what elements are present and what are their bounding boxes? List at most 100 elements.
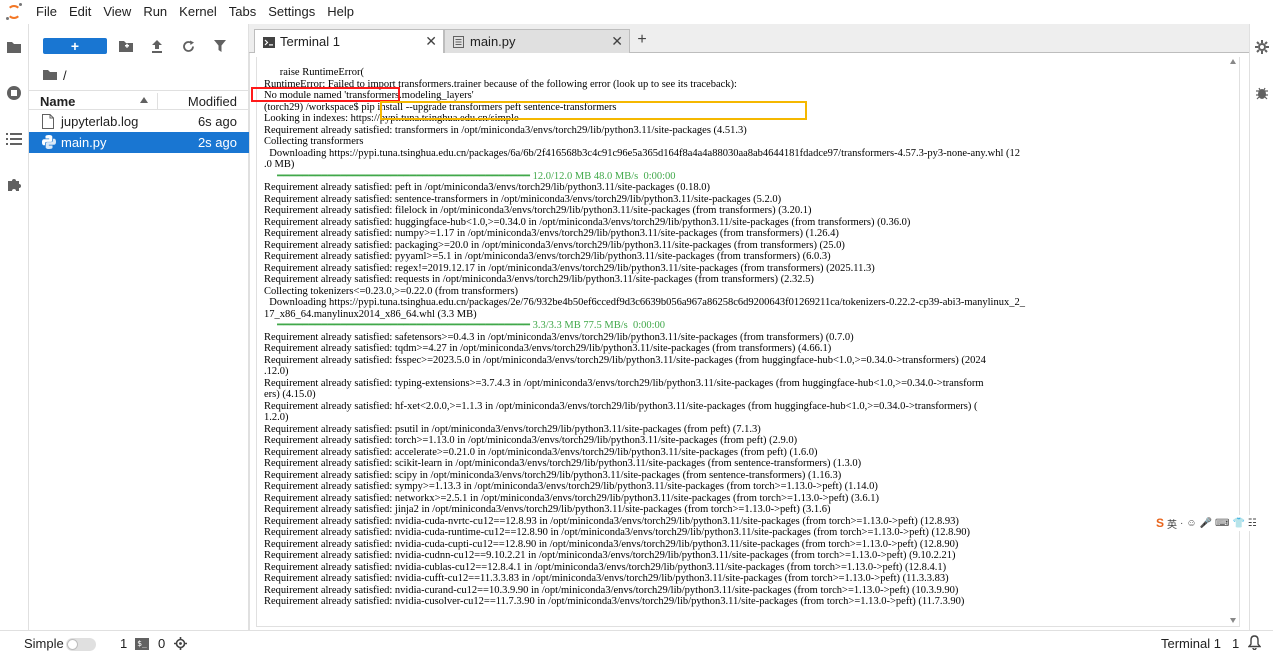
refresh-icon[interactable] bbox=[179, 37, 197, 55]
breadcrumb: / bbox=[43, 66, 67, 84]
terminal-lines: raise RuntimeError(RuntimeError: Failed … bbox=[264, 67, 1025, 608]
scroll-down-icon[interactable] bbox=[1230, 618, 1236, 623]
running-icon[interactable] bbox=[5, 84, 23, 102]
jupyter-logo-icon bbox=[0, 0, 30, 24]
terminal-line: Requirement already satisfied: sympy>=1.… bbox=[264, 481, 878, 492]
terminal-line: Requirement already satisfied: scipy in … bbox=[264, 469, 842, 481]
ime-item[interactable]: · bbox=[1180, 518, 1183, 529]
python-file-icon bbox=[42, 135, 56, 150]
main-tab-bar: Terminal 1 ✕ main.py ✕ + bbox=[249, 24, 1249, 54]
terminal-line: ━━━━━━━━━━━━━━━━━━━━━━━━━━━━━━━━━━━━━━━━… bbox=[264, 170, 676, 182]
terminal-line: Requirement already satisfied: tqdm>=4.2… bbox=[264, 343, 832, 354]
ime-item[interactable]: 英 bbox=[1167, 516, 1177, 531]
kernel-gear-icon[interactable] bbox=[174, 637, 187, 653]
ime-toolbar[interactable]: S 英 · ☺ 🎤 ⌨ 👕 ☷ bbox=[1152, 515, 1273, 531]
toc-icon[interactable] bbox=[5, 130, 23, 148]
folder-icon[interactable] bbox=[5, 38, 23, 56]
notification-count[interactable]: 1 bbox=[1232, 636, 1239, 651]
menu-help[interactable]: Help bbox=[321, 0, 360, 24]
terminal-line: Downloading https://pypi.tuna.tsinghua.e… bbox=[264, 147, 1020, 159]
debugger-icon[interactable] bbox=[1254, 85, 1270, 101]
new-launcher-button[interactable]: + bbox=[43, 38, 107, 54]
terminal-line: Requirement already satisfied: scikit-le… bbox=[264, 458, 862, 469]
terminal-scrollbar[interactable] bbox=[1228, 57, 1238, 626]
right-sidebar-rail bbox=[1249, 24, 1273, 630]
bell-icon[interactable] bbox=[1247, 635, 1262, 653]
column-divider[interactable] bbox=[157, 93, 158, 109]
terminal-line: Downloading https://pypi.tuna.tsinghua.e… bbox=[264, 297, 1025, 308]
menu-settings[interactable]: Settings bbox=[262, 0, 321, 24]
sort-ascending-icon[interactable] bbox=[140, 97, 148, 103]
terminal-icon[interactable]: $_ bbox=[135, 638, 149, 650]
terminal-line: Requirement already satisfied: nvidia-cu… bbox=[264, 573, 949, 584]
breadcrumb-root[interactable]: / bbox=[63, 68, 67, 83]
terminal-line: Requirement already satisfied: safetenso… bbox=[264, 331, 854, 343]
extension-icon[interactable] bbox=[5, 176, 23, 194]
tab-main-py[interactable]: main.py ✕ bbox=[444, 29, 630, 53]
scroll-up-icon[interactable] bbox=[1230, 59, 1236, 64]
terminal-line: raise RuntimeError( bbox=[264, 67, 365, 78]
ime-logo[interactable]: S bbox=[1156, 516, 1164, 530]
file-name: jupyterlab.log bbox=[61, 114, 139, 129]
folder-icon[interactable] bbox=[43, 68, 57, 83]
terminal-line: Requirement already satisfied: pyyaml>=5… bbox=[264, 251, 831, 262]
menu-bar: File Edit View Run Kernel Tabs Settings … bbox=[0, 0, 1273, 24]
terminal-line: Requirement already satisfied: requests … bbox=[264, 274, 814, 285]
terminal-line: Requirement already satisfied: jinja2 in… bbox=[264, 504, 831, 515]
simple-mode-toggle[interactable] bbox=[66, 638, 96, 651]
file-modified: 2s ago bbox=[197, 135, 237, 150]
file-row-main-py[interactable]: main.py 2s ago bbox=[29, 132, 249, 153]
terminal-line: Requirement already satisfied: networkx>… bbox=[264, 492, 880, 504]
filter-icon[interactable] bbox=[211, 37, 229, 55]
menu-run[interactable]: Run bbox=[137, 0, 173, 24]
terminal-line: Requirement already satisfied: hf-xet<2.… bbox=[264, 400, 978, 412]
close-icon[interactable]: ✕ bbox=[425, 33, 437, 50]
text-file-icon bbox=[42, 114, 56, 129]
terminal-line: Requirement already satisfied: typing-ex… bbox=[264, 377, 984, 389]
upload-icon[interactable] bbox=[148, 37, 166, 55]
new-folder-icon[interactable] bbox=[117, 37, 135, 55]
active-document-label: Terminal 1 bbox=[1161, 636, 1221, 651]
terminal-line: Requirement already satisfied: nvidia-cu… bbox=[264, 596, 965, 607]
modified-column-header[interactable]: Modified bbox=[188, 94, 237, 109]
kernels-count[interactable]: 0 bbox=[158, 636, 165, 651]
terminal-line: Requirement already satisfied: nvidia-cu… bbox=[264, 515, 959, 527]
file-row-jupyterlab-log[interactable]: jupyterlab.log 6s ago bbox=[29, 111, 249, 132]
close-icon[interactable]: ✕ bbox=[611, 33, 623, 50]
ime-item[interactable]: ☷ bbox=[1248, 518, 1257, 529]
tab-label: main.py bbox=[470, 34, 516, 49]
name-column-header[interactable]: Name bbox=[40, 94, 75, 109]
terminal-line: .0 MB) bbox=[264, 159, 295, 170]
terminal-line: Collecting transformers bbox=[264, 136, 364, 147]
file-modified: 6s ago bbox=[197, 114, 237, 129]
command-highlight-box bbox=[380, 101, 807, 120]
menu-tabs[interactable]: Tabs bbox=[223, 0, 262, 24]
new-tab-button[interactable]: + bbox=[631, 29, 653, 51]
ime-item[interactable]: 👕 bbox=[1232, 518, 1244, 529]
error-highlight-box bbox=[251, 87, 400, 102]
menu-edit[interactable]: Edit bbox=[63, 0, 97, 24]
terminal-output[interactable]: raise RuntimeError(RuntimeError: Failed … bbox=[256, 57, 1240, 627]
file-name: main.py bbox=[61, 135, 107, 150]
terminal-line: Requirement already satisfied: torch>=1.… bbox=[264, 435, 798, 446]
terminal-panel: raise RuntimeError(RuntimeError: Failed … bbox=[249, 53, 1249, 630]
menu-kernel[interactable]: Kernel bbox=[173, 0, 223, 24]
terminal-line: Requirement already satisfied: nvidia-cu… bbox=[264, 584, 959, 596]
ime-item[interactable]: ⌨ bbox=[1215, 518, 1229, 529]
terminals-count[interactable]: 1 bbox=[120, 636, 127, 651]
left-sidebar-rail bbox=[0, 24, 29, 630]
property-inspector-icon[interactable] bbox=[1254, 39, 1270, 55]
menu-file[interactable]: File bbox=[30, 0, 63, 24]
menu-view[interactable]: View bbox=[97, 0, 137, 24]
tab-terminal-1[interactable]: Terminal 1 ✕ bbox=[254, 29, 444, 54]
terminal-line: ers) (4.15.0) bbox=[264, 389, 316, 400]
status-bar: Simple 1 $_ 0 Terminal 1 1 bbox=[0, 630, 1273, 654]
ime-item[interactable]: ☺ bbox=[1186, 518, 1196, 529]
terminal-line: .12.0) bbox=[264, 366, 289, 377]
file-browser-toolbar: + bbox=[29, 34, 249, 58]
file-list-header: Name Modified bbox=[29, 90, 249, 110]
tab-label: Terminal 1 bbox=[280, 34, 340, 49]
terminal-line: Requirement already satisfied: regex!=20… bbox=[264, 262, 875, 274]
ime-item[interactable]: 🎤 bbox=[1200, 518, 1212, 529]
terminal-line: 1.2.0) bbox=[264, 412, 289, 423]
